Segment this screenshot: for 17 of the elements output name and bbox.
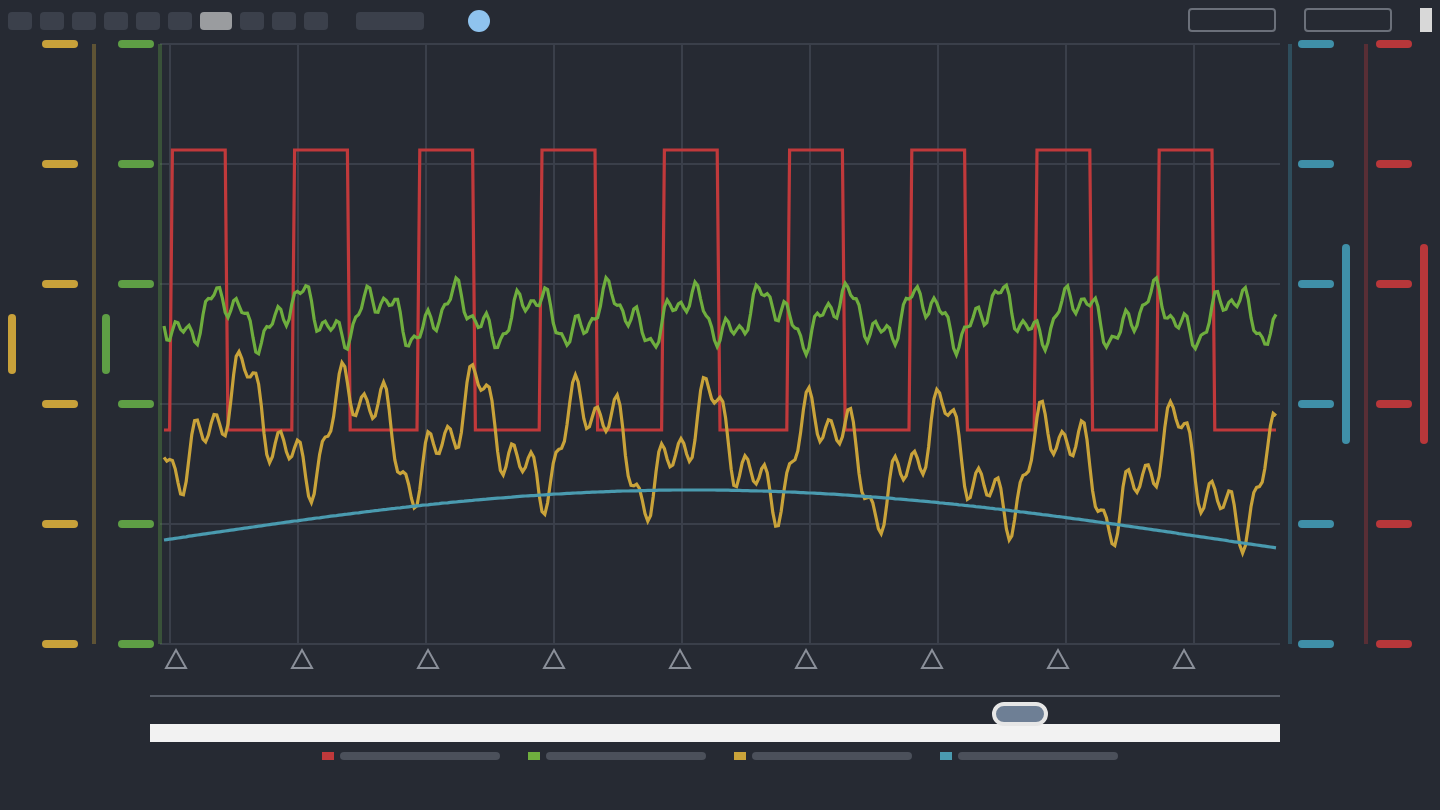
event-marker-icon[interactable] xyxy=(416,647,440,669)
navigator-handle[interactable] xyxy=(992,702,1049,726)
date-field[interactable] xyxy=(1188,8,1276,32)
zoom-button[interactable] xyxy=(200,11,232,29)
event-marker-icon[interactable] xyxy=(668,647,692,669)
date-field[interactable] xyxy=(1304,8,1392,32)
axis-title-mark xyxy=(102,314,110,374)
event-marker-icon[interactable] xyxy=(1046,647,1070,669)
event-marker-icon[interactable] xyxy=(794,647,818,669)
event-marker-icon[interactable] xyxy=(1172,647,1196,669)
event-marker-icon[interactable] xyxy=(290,647,314,669)
event-marker-icon[interactable] xyxy=(542,647,566,669)
event-marker-icon[interactable] xyxy=(920,647,944,669)
axis-title-mark xyxy=(8,314,16,374)
event-marker-icon[interactable] xyxy=(164,647,188,669)
range-field[interactable] xyxy=(356,11,424,29)
circle-button[interactable] xyxy=(468,9,490,31)
